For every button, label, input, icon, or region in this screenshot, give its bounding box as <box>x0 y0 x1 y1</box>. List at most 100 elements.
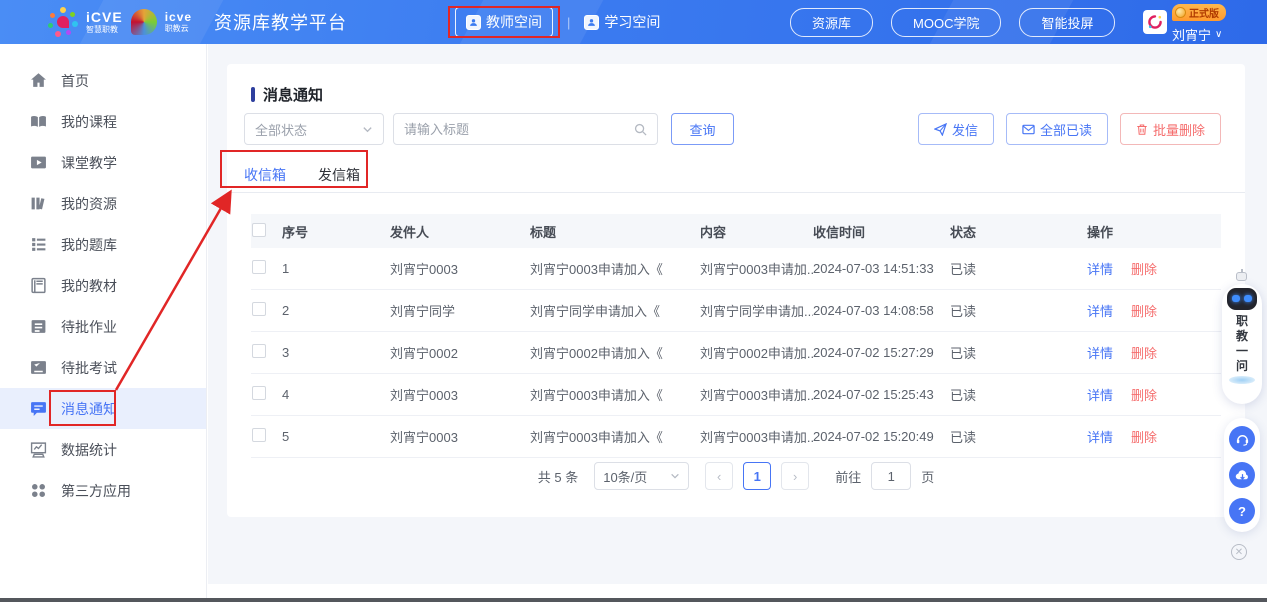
tab-inbox[interactable]: 收信箱 <box>244 165 286 195</box>
robot-face-icon <box>1227 288 1257 310</box>
goto-page-input[interactable] <box>871 462 911 490</box>
page-size-select[interactable]: 10条/页 <box>594 462 689 490</box>
header-sender: 发件人 <box>390 222 530 241</box>
delete-link[interactable]: 删除 <box>1131 427 1157 446</box>
close-toolbar-icon[interactable]: ✕ <box>1231 544 1247 560</box>
cell-status: 已读 <box>950 385 1087 404</box>
mark-all-read-button[interactable]: 全部已读 <box>1006 113 1108 145</box>
bottom-dark-bar <box>0 598 1267 602</box>
cell-title: 刘宵宁0003申请加入《 <box>530 385 700 404</box>
smart-casting-button[interactable]: 智能投屏 <box>1019 8 1115 37</box>
platform-title: 资源库教学平台 <box>214 9 347 35</box>
trash-icon <box>1136 123 1148 136</box>
detail-link[interactable]: 详情 <box>1087 343 1113 362</box>
nav-teacher-space[interactable]: 教师空间 <box>455 7 553 37</box>
top-header: iCVE 智慧职教 icve 职教云 资源库教学平台 教师空间 | <box>0 0 1267 44</box>
filter-row: 全部状态 查询 发信 全部已读 <box>244 113 1221 145</box>
sidebar-item-message-notification[interactable]: 消息通知 <box>0 388 206 429</box>
user-block[interactable]: 正式版 刘宵宁 ∨ <box>1172 4 1226 44</box>
page-number-1[interactable]: 1 <box>743 462 771 490</box>
cell-time: 2024-07-02 15:20:49 <box>813 429 950 444</box>
pagination: 共 5 条 10条/页 ‹ 1 › 前往 页 <box>227 462 1245 490</box>
cell-index: 4 <box>282 387 390 402</box>
row-checkbox[interactable] <box>252 428 266 442</box>
header-pill-buttons: 资源库 MOOC学院 智能投屏 <box>790 0 1115 44</box>
cell-index: 5 <box>282 429 390 444</box>
mailbox-tabs: 收信箱 发信箱 <box>244 165 360 195</box>
delete-link[interactable]: 删除 <box>1131 259 1157 278</box>
status-select[interactable]: 全部状态 <box>244 113 384 145</box>
sidebar-item-data-statistics[interactable]: 数据统计 <box>0 429 206 470</box>
cell-sender: 刘宵宁0002 <box>390 343 530 362</box>
sidebar-item-home[interactable]: 首页 <box>0 60 206 101</box>
teacher-space-icon <box>466 15 481 30</box>
homework-icon <box>30 318 47 335</box>
courses-icon <box>30 113 47 130</box>
query-button[interactable]: 查询 <box>671 113 734 145</box>
mooc-college-button[interactable]: MOOC学院 <box>891 8 1001 37</box>
header-status: 状态 <box>950 222 1087 241</box>
sidebar-item-textbooks[interactable]: 我的教材 <box>0 265 206 306</box>
cell-index: 3 <box>282 345 390 360</box>
detail-link[interactable]: 详情 <box>1087 427 1113 446</box>
sidebar-item-question-bank[interactable]: 我的题库 <box>0 224 206 265</box>
delete-link[interactable]: 删除 <box>1131 343 1157 362</box>
resources-icon <box>30 195 47 212</box>
cell-sender: 刘宵宁0003 <box>390 385 530 404</box>
cloud-download-icon <box>1235 468 1250 483</box>
title-search-box <box>393 113 658 145</box>
chevron-down-icon <box>362 124 373 135</box>
cell-sender: 刘宵宁0003 <box>390 427 530 446</box>
batch-delete-button[interactable]: 批量删除 <box>1120 113 1221 145</box>
cell-index: 2 <box>282 303 390 318</box>
cell-sender: 刘宵宁同学 <box>390 301 530 320</box>
search-input[interactable] <box>404 122 634 137</box>
sidebar: 首页 我的课程 课堂教学 我的资源 我的题库 我的教材 待批作业 待批考试 <box>0 44 207 598</box>
row-checkbox[interactable] <box>252 386 266 400</box>
detail-link[interactable]: 详情 <box>1087 385 1113 404</box>
total-count: 共 5 条 <box>538 467 578 486</box>
sidebar-item-my-resources[interactable]: 我的资源 <box>0 183 206 224</box>
detail-link[interactable]: 详情 <box>1087 259 1113 278</box>
nav-separator: | <box>567 15 570 30</box>
goto-suffix: 页 <box>921 467 934 486</box>
delete-link[interactable]: 删除 <box>1131 301 1157 320</box>
next-page-button[interactable]: › <box>781 462 809 490</box>
table-row: 1 刘宵宁0003 刘宵宁0003申请加入《 刘宵宁0003申请加... 202… <box>251 248 1221 290</box>
paper-plane-icon <box>934 123 947 136</box>
select-all-checkbox[interactable] <box>252 223 266 237</box>
customer-service-button[interactable] <box>1229 426 1255 452</box>
medal-icon <box>1175 7 1186 18</box>
assistant-label: 职教一问 <box>1235 314 1249 374</box>
cell-content: 刘宵宁0003申请加... <box>700 259 813 278</box>
row-checkbox[interactable] <box>252 260 266 274</box>
question-bank-icon <box>30 236 47 253</box>
tab-outbox[interactable]: 发信箱 <box>318 165 360 195</box>
sidebar-item-exams-to-grade[interactable]: 待批考试 <box>0 347 206 388</box>
sidebar-item-third-party-apps[interactable]: 第三方应用 <box>0 470 206 511</box>
avatar[interactable] <box>1143 10 1167 34</box>
brand-text-primary: iCVE 智慧职教 <box>86 10 123 34</box>
detail-link[interactable]: 详情 <box>1087 301 1113 320</box>
learning-space-icon <box>584 15 599 30</box>
resource-library-button[interactable]: 资源库 <box>790 8 873 37</box>
row-checkbox[interactable] <box>252 302 266 316</box>
download-button[interactable] <box>1229 462 1255 488</box>
header-nav: 教师空间 | 学习空间 <box>455 0 660 44</box>
delete-link[interactable]: 删除 <box>1131 385 1157 404</box>
sidebar-item-homework-to-grade[interactable]: 待批作业 <box>0 306 206 347</box>
cell-sender: 刘宵宁0003 <box>390 259 530 278</box>
sidebar-item-classroom-teaching[interactable]: 课堂教学 <box>0 142 206 183</box>
send-message-button[interactable]: 发信 <box>918 113 994 145</box>
ai-assistant-widget[interactable]: 职教一问 <box>1222 284 1262 404</box>
chevron-down-icon: ∨ <box>1215 29 1222 40</box>
prev-page-button[interactable]: ‹ <box>705 462 733 490</box>
search-icon[interactable] <box>634 123 647 136</box>
chevron-down-icon <box>670 471 680 481</box>
row-checkbox[interactable] <box>252 344 266 358</box>
message-icon <box>30 400 47 417</box>
icve-cloud-logo-icon <box>131 9 157 35</box>
help-button[interactable]: ? <box>1229 498 1255 524</box>
sidebar-item-my-courses[interactable]: 我的课程 <box>0 101 206 142</box>
nav-learning-space[interactable]: 学习空间 <box>584 12 660 32</box>
